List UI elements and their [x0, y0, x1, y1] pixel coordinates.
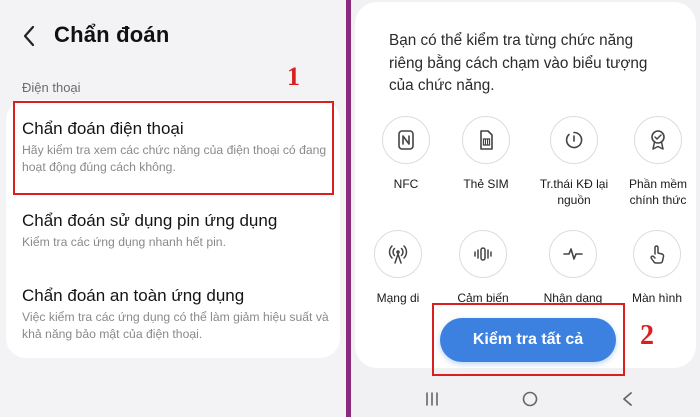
- sensor-icon: [459, 230, 507, 278]
- feature-label: Tr.thái KĐ lại nguồn: [539, 177, 609, 207]
- item-description: Hãy kiểm tra xem các chức năng của điện …: [22, 143, 327, 174]
- item-title: Chẩn đoán điện thoại: [22, 119, 184, 138]
- power-restart-icon: [550, 116, 598, 164]
- step-marker-2: 2: [640, 320, 654, 351]
- feature-label: Màn hình: [631, 291, 683, 305]
- feature-sensor[interactable]: Cảm biến: [443, 230, 523, 306]
- feature-mobile-network[interactable]: Mạng di: [358, 230, 438, 306]
- item-title: Chẩn đoán sử dụng pin ứng dụng: [22, 211, 278, 230]
- feature-label: NFC: [393, 177, 419, 191]
- recents-icon: [426, 392, 438, 406]
- sim-card-icon: [462, 116, 510, 164]
- check-all-button[interactable]: Kiểm tra tất cả: [440, 318, 616, 362]
- list-item-battery-diagnostics[interactable]: Chẩn đoán sử dụng pin ứng dụng Kiểm tra …: [22, 210, 330, 251]
- mobile-network-icon: [374, 230, 422, 278]
- list-item-phone-diagnostics[interactable]: Chẩn đoán điện thoại Hãy kiểm tra xem cá…: [22, 118, 330, 176]
- certified-badge-icon: [634, 116, 682, 164]
- nfc-icon: [382, 116, 430, 164]
- system-navigation-bar: [351, 380, 700, 417]
- touch-icon: [633, 230, 681, 278]
- home-button[interactable]: [517, 388, 543, 410]
- feature-official-software[interactable]: Phần mềm chính thức: [618, 116, 698, 208]
- feature-nfc[interactable]: NFC: [366, 116, 446, 192]
- home-icon: [522, 391, 538, 407]
- recent-apps-button[interactable]: [419, 388, 445, 410]
- feature-sim[interactable]: Thẻ SIM: [446, 116, 526, 192]
- back-icon: [623, 392, 632, 406]
- feature-label: Nhận dạng: [543, 291, 603, 305]
- chevron-left-icon: [23, 25, 35, 47]
- item-description: Việc kiểm tra các ứng dụng có thể làm gi…: [22, 310, 329, 341]
- feature-label: Thẻ SIM: [463, 177, 509, 191]
- system-back-button[interactable]: [615, 388, 641, 410]
- feature-label: Phần mềm chính thức: [628, 177, 688, 207]
- diagnostics-screen: Chẩn đoán Điện thoại Chẩn đoán điện thoạ…: [0, 0, 346, 417]
- page-title: Chẩn đoán: [54, 22, 170, 47]
- feature-label: Cảm biến: [457, 291, 509, 305]
- section-label: Điện thoại: [22, 80, 81, 95]
- intro-text: Bạn có thể kiểm tra từng chức năng riêng…: [389, 32, 648, 94]
- item-title: Chẩn đoán an toàn ứng dụng: [22, 286, 245, 305]
- feature-power-restart[interactable]: Tr.thái KĐ lại nguồn: [534, 116, 614, 208]
- list-item-app-safety-diagnostics[interactable]: Chẩn đoán an toàn ứng dụng Việc kiểm tra…: [22, 285, 330, 343]
- app-bar: Chẩn đoán: [0, 18, 346, 54]
- feature-screen[interactable]: Màn hình: [617, 230, 697, 306]
- feature-label: Mạng di: [376, 291, 420, 305]
- pulse-icon: [549, 230, 597, 278]
- item-description: Kiểm tra các ứng dụng nhanh hết pin.: [22, 235, 226, 249]
- back-button[interactable]: [16, 22, 42, 50]
- feature-recognition[interactable]: Nhận dạng: [533, 230, 613, 306]
- step-marker-1: 1: [287, 62, 300, 91]
